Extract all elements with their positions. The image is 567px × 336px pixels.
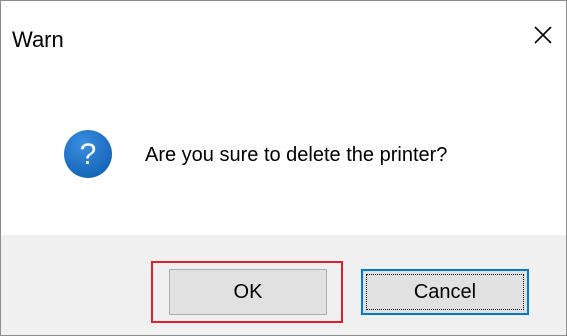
cancel-button[interactable]: Cancel [361,269,529,315]
dialog-footer: OK Cancel [1,235,566,335]
dialog-content: ? Are you sure to delete the printer? [1,79,566,235]
close-button[interactable] [520,12,566,58]
dialog-titlebar: Warn [1,1,566,79]
cancel-button-label: Cancel [413,280,477,303]
warn-dialog: Warn ? Are you sure to delete the printe… [0,0,567,336]
dialog-message: Are you sure to delete the printer? [145,144,448,166]
dialog-title: Warn [12,27,64,52]
svg-text:?: ? [80,138,97,171]
ok-button[interactable]: OK [169,269,327,315]
ok-button-label: OK [233,280,263,303]
close-icon [534,26,552,44]
question-icon: ? [64,130,112,178]
